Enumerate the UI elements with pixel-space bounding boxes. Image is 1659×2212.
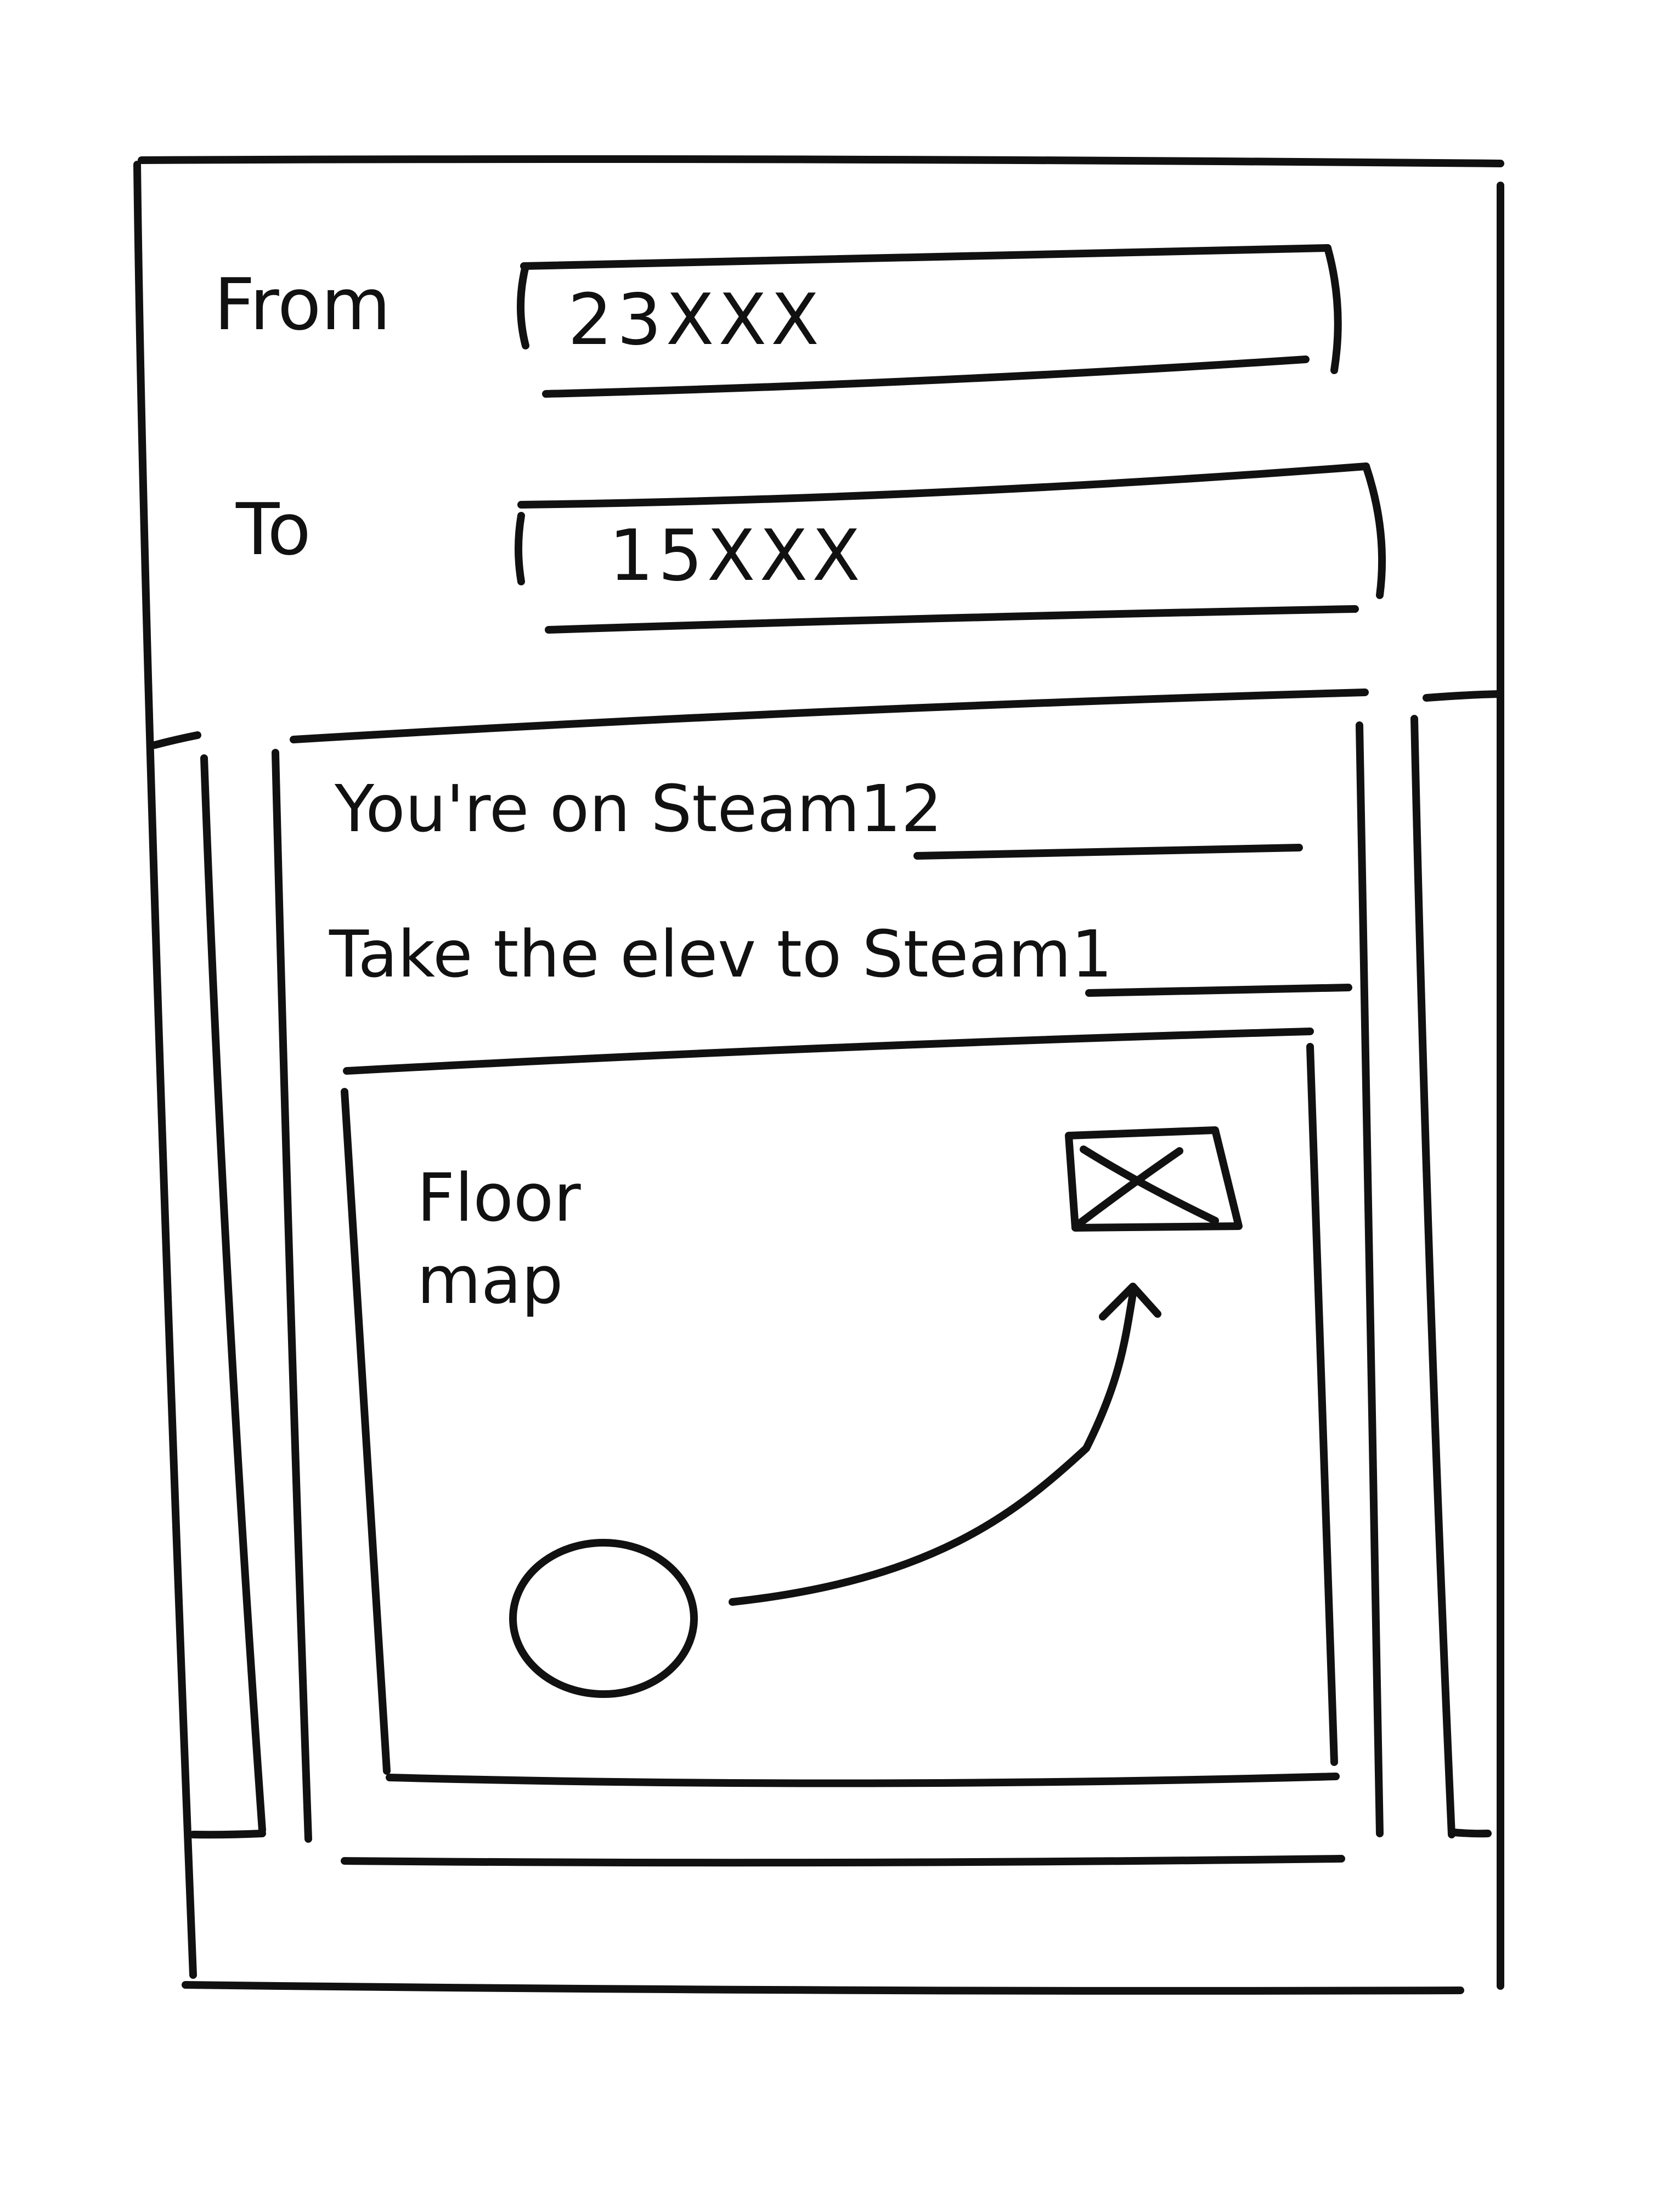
- current-location-prefix: You're on: [335, 771, 630, 847]
- next-location-link[interactable]: Steam1: [862, 916, 1113, 992]
- current-location-underline: [913, 844, 1303, 860]
- instruction-row: Take the elev to Steam1: [329, 922, 1113, 986]
- start-point-icon: [509, 1539, 698, 1698]
- carousel-next-card[interactable]: [1410, 690, 1504, 1838]
- from-field[interactable]: 23XXX: [568, 285, 823, 356]
- floor-map-title-line1: Floor: [417, 1160, 581, 1237]
- route-arrow-icon: [729, 1283, 1161, 1606]
- floor-map-panel: [341, 1028, 1340, 1787]
- current-location-row: You're on Steam12: [335, 776, 943, 841]
- image-placeholder-icon: [1065, 1126, 1243, 1232]
- to-label: To: [236, 488, 311, 571]
- floor-map-title-line2: map: [417, 1243, 563, 1319]
- instruction-prefix: Take the elev to: [329, 916, 842, 992]
- next-location-underline: [1085, 984, 1352, 997]
- floor-map-title: Floor map: [417, 1158, 581, 1322]
- to-field[interactable]: 15XXX: [609, 521, 865, 591]
- phone-frame: [133, 155, 1505, 1995]
- current-location-link[interactable]: Steam12: [651, 771, 942, 847]
- from-label: From: [214, 263, 391, 346]
